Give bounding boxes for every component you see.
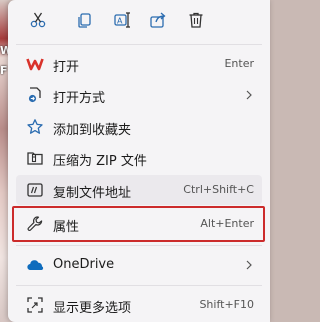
context-menu: A 打开 Enter 打开方式 添加到收藏夹 压缩为 ZIP 文件 复制文件地址…	[8, 0, 270, 322]
menu-item-label: OneDrive	[53, 257, 115, 272]
menu-item-label: 添加到收藏夹	[53, 123, 132, 138]
zip-folder-icon	[26, 149, 44, 167]
delete-button[interactable]	[182, 6, 210, 34]
menu-item-shortcut: Shift+F10	[199, 298, 254, 311]
copy-icon	[78, 13, 91, 28]
menu-item-open-with[interactable]: 打开方式	[16, 80, 262, 110]
background-text-fragment: F	[0, 64, 8, 77]
menu-item-label: 压缩为 ZIP 文件	[53, 154, 147, 169]
menu-divider	[16, 245, 262, 246]
copy-button[interactable]	[70, 6, 98, 34]
share-button[interactable]	[144, 6, 172, 34]
menu-item-label: 复制文件地址	[53, 186, 132, 201]
menu-item-copy-path[interactable]: 复制文件地址 Ctrl+Shift+C	[16, 175, 262, 205]
menu-item-onedrive[interactable]: OneDrive	[16, 250, 262, 280]
context-menu-toolbar: A	[8, 0, 270, 42]
delete-icon	[189, 12, 203, 28]
star-icon	[26, 118, 44, 136]
onedrive-cloud-icon	[26, 256, 44, 274]
share-icon	[150, 12, 166, 28]
cut-button[interactable]	[24, 6, 52, 34]
menu-item-label: 打开方式	[53, 91, 106, 106]
rename-icon: A	[114, 12, 130, 28]
menu-divider	[16, 285, 262, 286]
menu-item-compress-zip[interactable]: 压缩为 ZIP 文件	[16, 143, 262, 173]
menu-item-show-more-options[interactable]: 显示更多选项 Shift+F10	[16, 290, 262, 320]
menu-item-label: 显示更多选项	[53, 301, 132, 316]
menu-item-label: 打开	[53, 60, 80, 75]
menu-item-shortcut: Ctrl+Shift+C	[183, 183, 254, 196]
copy-path-icon	[26, 181, 44, 199]
wps-app-icon	[26, 55, 44, 73]
rename-button[interactable]: A	[108, 6, 136, 34]
more-options-icon	[26, 296, 44, 314]
open-with-icon	[26, 86, 44, 104]
svg-text:A: A	[117, 17, 123, 26]
chevron-right-icon	[246, 90, 252, 100]
menu-divider	[16, 44, 262, 45]
chevron-right-icon	[246, 260, 252, 270]
menu-item-open[interactable]: 打开 Enter	[16, 49, 262, 79]
menu-item-add-to-favorites[interactable]: 添加到收藏夹	[16, 112, 262, 142]
cut-icon	[30, 12, 46, 28]
highlight-box	[12, 206, 265, 242]
menu-item-shortcut: Enter	[224, 57, 254, 70]
